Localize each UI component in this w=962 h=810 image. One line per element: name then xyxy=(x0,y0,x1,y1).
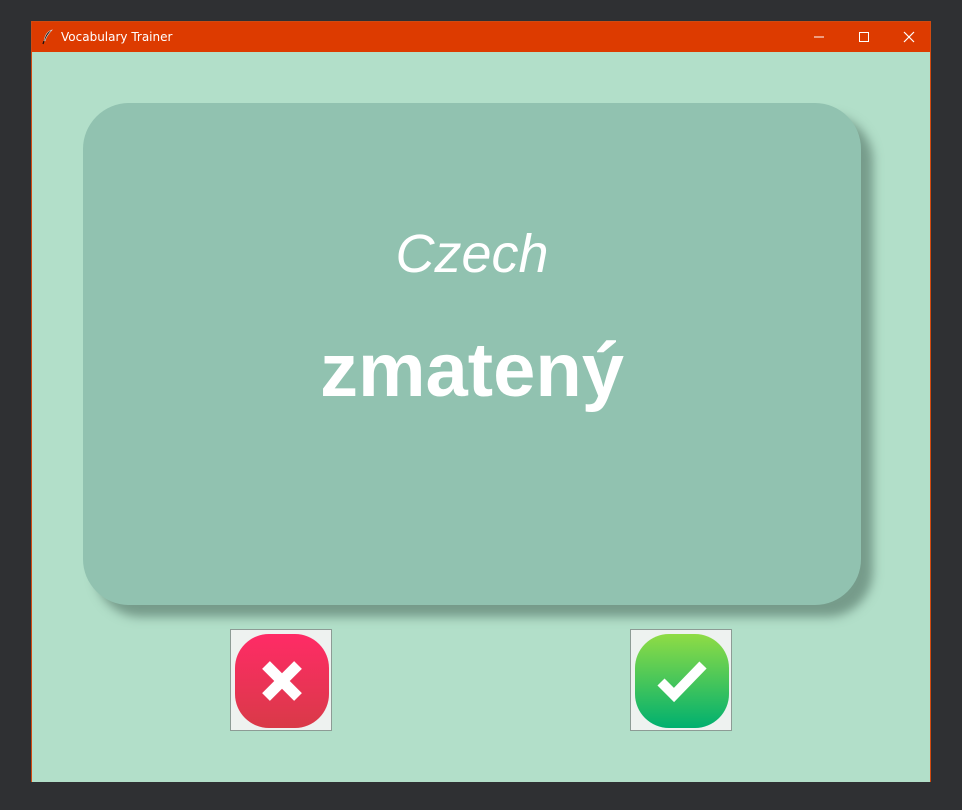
minimize-button[interactable] xyxy=(796,22,841,52)
minimize-icon xyxy=(813,31,825,43)
close-button[interactable] xyxy=(886,22,931,52)
title-bar[interactable]: Vocabulary Trainer xyxy=(32,22,930,52)
card-word: zmatený xyxy=(319,328,625,413)
window-title: Vocabulary Trainer xyxy=(61,30,173,44)
app-window: Vocabulary Trainer Czech zmatený xyxy=(31,21,931,782)
checkmark-icon xyxy=(635,634,729,728)
flash-card: Czech zmatený xyxy=(83,103,861,605)
feather-icon xyxy=(42,29,54,45)
right-button[interactable] xyxy=(630,629,732,731)
close-icon xyxy=(903,31,915,43)
maximize-button[interactable] xyxy=(841,22,886,52)
maximize-icon xyxy=(858,31,870,43)
trainer-canvas: Czech zmatený xyxy=(32,52,930,782)
wrong-button[interactable] xyxy=(230,629,332,731)
cross-icon xyxy=(235,634,329,728)
card-language-label: Czech xyxy=(395,224,549,284)
